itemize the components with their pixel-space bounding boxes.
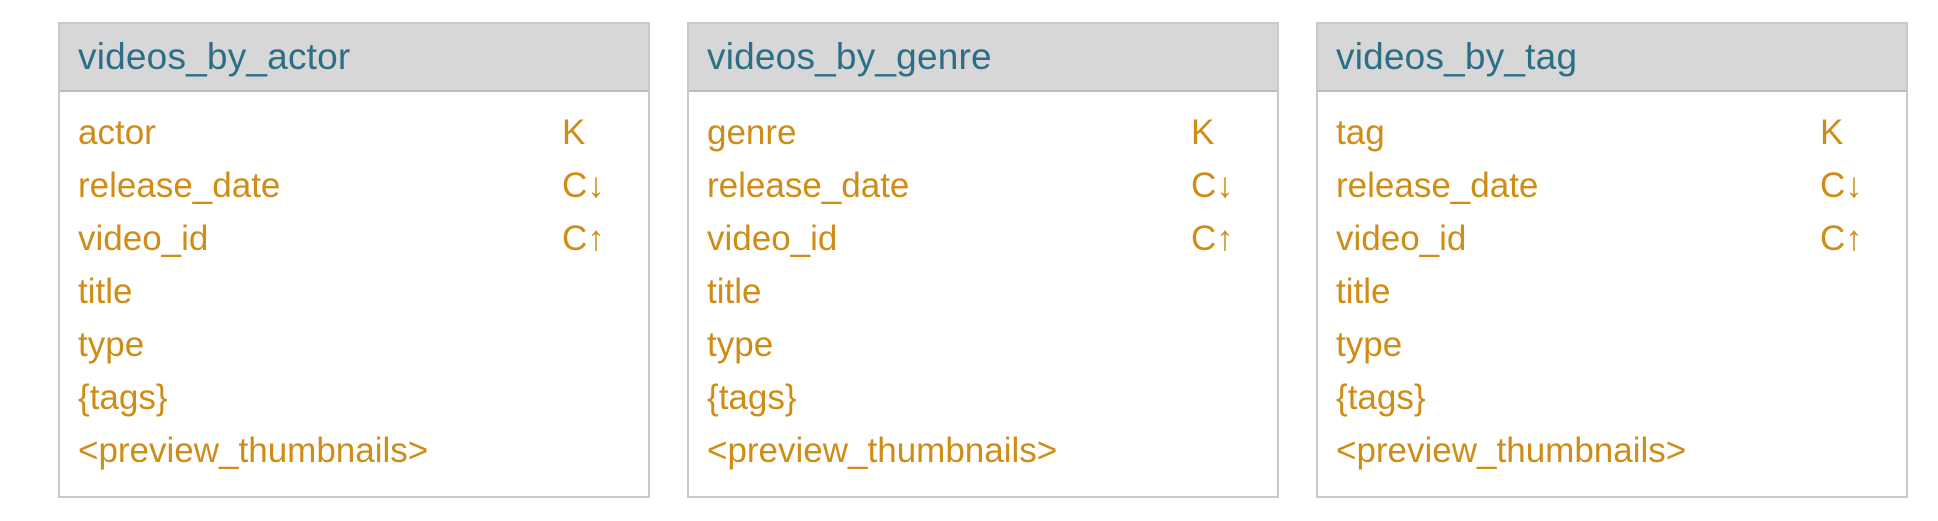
column-name: {tags}: [707, 378, 797, 417]
column-key: K: [1191, 113, 1215, 152]
column-key: C↓: [1820, 166, 1863, 205]
schema-tables: videos_by_actor actor K release_date C↓ …: [0, 0, 1938, 521]
table-videos-by-genre: videos_by_genre genre K release_date C↓ …: [687, 22, 1279, 498]
column-key: C↑: [562, 219, 605, 258]
column-name: video_id: [78, 219, 209, 258]
table-row: video_id C↑: [60, 212, 648, 265]
table-row: title: [689, 265, 1277, 318]
column-name: type: [78, 325, 145, 364]
table-row: genre K: [689, 106, 1277, 159]
column-key: K: [1820, 113, 1844, 152]
column-key: C↓: [562, 166, 605, 205]
table-row: title: [1318, 265, 1906, 318]
column-name: tag: [1336, 113, 1385, 152]
column-name: <preview_thumbnails>: [1336, 431, 1687, 470]
column-name: type: [707, 325, 774, 364]
column-key: C↑: [1820, 219, 1863, 258]
table-row: <preview_thumbnails>: [689, 424, 1277, 477]
column-name: release_date: [78, 166, 281, 205]
column-name: actor: [78, 113, 156, 152]
table-row: release_date C↓: [689, 159, 1277, 212]
table-title: videos_by_tag: [1336, 36, 1578, 77]
column-key: C↑: [1191, 219, 1234, 258]
column-name: video_id: [1336, 219, 1467, 258]
table-videos-by-actor: videos_by_actor actor K release_date C↓ …: [58, 22, 650, 498]
column-name: <preview_thumbnails>: [78, 431, 429, 470]
table-row: actor K: [60, 106, 648, 159]
table-row: {tags}: [60, 371, 648, 424]
table-row: title: [60, 265, 648, 318]
table-row: release_date C↓: [60, 159, 648, 212]
column-key: K: [562, 113, 586, 152]
table-header: videos_by_genre: [689, 24, 1277, 92]
column-name: {tags}: [78, 378, 168, 417]
table-title: videos_by_genre: [707, 36, 992, 77]
table-row: video_id C↑: [1318, 212, 1906, 265]
column-name: <preview_thumbnails>: [707, 431, 1058, 470]
table-body: tag K release_date C↓ video_id C↑ title …: [1318, 92, 1906, 477]
column-name: title: [707, 272, 762, 311]
column-name: title: [78, 272, 133, 311]
table-row: {tags}: [689, 371, 1277, 424]
table-body: genre K release_date C↓ video_id C↑ titl…: [689, 92, 1277, 477]
table-title: videos_by_actor: [78, 36, 351, 77]
table-row: type: [689, 318, 1277, 371]
table-header: videos_by_actor: [60, 24, 648, 92]
table-row: <preview_thumbnails>: [1318, 424, 1906, 477]
table-row: type: [60, 318, 648, 371]
column-name: genre: [707, 113, 797, 152]
column-name: type: [1336, 325, 1403, 364]
table-row: release_date C↓: [1318, 159, 1906, 212]
table-body: actor K release_date C↓ video_id C↑ titl…: [60, 92, 648, 477]
column-name: {tags}: [1336, 378, 1426, 417]
column-name: release_date: [1336, 166, 1539, 205]
table-row: {tags}: [1318, 371, 1906, 424]
table-row: <preview_thumbnails>: [60, 424, 648, 477]
table-row: video_id C↑: [689, 212, 1277, 265]
table-videos-by-tag: videos_by_tag tag K release_date C↓ vide…: [1316, 22, 1908, 498]
column-name: title: [1336, 272, 1391, 311]
column-key: C↓: [1191, 166, 1234, 205]
table-row: tag K: [1318, 106, 1906, 159]
table-header: videos_by_tag: [1318, 24, 1906, 92]
column-name: release_date: [707, 166, 910, 205]
column-name: video_id: [707, 219, 838, 258]
table-row: type: [1318, 318, 1906, 371]
